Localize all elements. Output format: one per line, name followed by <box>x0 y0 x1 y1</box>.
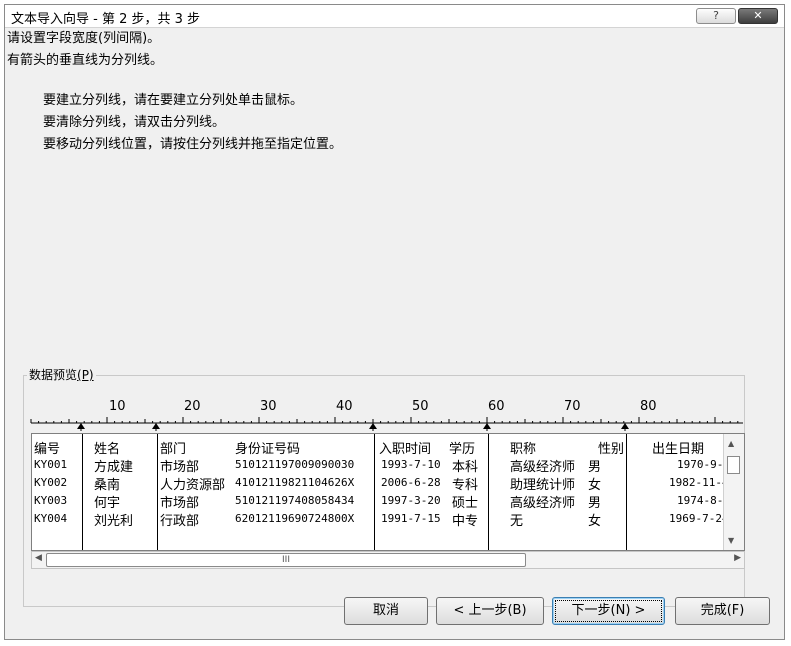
scroll-down-icon[interactable]: ▼ <box>728 536 734 545</box>
preview-cell: KY003 <box>34 494 68 507</box>
preview-cell: KY004 <box>34 512 68 525</box>
ruler-label-80: 80 <box>640 399 657 414</box>
preview-cell: 身份证号码 <box>235 442 301 457</box>
preview-cell: 1997-3-20 <box>381 494 441 507</box>
ruler-graphic[interactable] <box>27 395 743 431</box>
next-button[interactable]: 下一步(N) > <box>552 597 665 625</box>
preview-horizontal-scrollbar[interactable]: ◀ III ▶ <box>31 551 745 569</box>
preview-cell: 助理统计师 <box>510 478 576 493</box>
preview-cell: 市场部 <box>160 460 200 475</box>
preview-cell: 高级经济师 <box>510 460 576 475</box>
preview-cell: 1993-7-10 <box>381 458 441 471</box>
scroll-up-icon[interactable]: ▲ <box>728 439 734 448</box>
column-break-line[interactable] <box>374 434 375 550</box>
preview-cell: 510121197408058434 <box>235 494 355 507</box>
preview-cell: 1969-7-24 <box>669 512 729 525</box>
data-preview-pane[interactable]: 编号 姓名 部门 身份证号码 入职时间 学历 职称 性别 出生日期 KY001 … <box>31 433 745 551</box>
back-button[interactable]: < 上一步(B) <box>436 597 544 625</box>
preview-cell: 女 <box>588 514 602 529</box>
vertical-scroll-thumb[interactable] <box>727 456 740 474</box>
preview-cell: 62012119690724800X <box>235 512 355 525</box>
preview-cell: 姓名 <box>94 442 121 457</box>
horizontal-scroll-thumb[interactable]: III <box>46 553 526 567</box>
instruction-move: 要移动分列线位置，请按住分列线并拖至指定位置。 <box>43 137 343 152</box>
preview-cell: 编号 <box>34 442 61 457</box>
data-preview-label: 数据预览(P) <box>27 366 96 383</box>
ruler-label-60: 60 <box>488 399 505 414</box>
preview-cell: 市场部 <box>160 496 200 511</box>
column-break-line[interactable] <box>626 434 627 550</box>
preview-cell: 出生日期 <box>652 442 705 457</box>
column-break-line[interactable] <box>82 434 83 550</box>
preview-cell: 女 <box>588 478 602 493</box>
preview-cell: 性别 <box>598 442 625 457</box>
preview-cell: 510121197009090030 <box>235 458 355 471</box>
ruler-label-10: 10 <box>109 399 126 414</box>
preview-cell: 刘光利 <box>94 514 134 529</box>
preview-cell: 人力资源部 <box>160 478 226 493</box>
column-ruler[interactable]: 10 20 30 40 50 60 70 80 <box>27 395 743 431</box>
preview-cell: 男 <box>588 496 602 511</box>
preview-cell: 职称 <box>510 442 537 457</box>
text-import-wizard-dialog: 文本导入向导 - 第 2 步，共 3 步 ? ✕ 请设置字段宽度(列间隔)。 有… <box>4 4 785 640</box>
instruction-create: 要建立分列线，请在要建立分列处单击鼠标。 <box>43 93 304 108</box>
title-bar: 文本导入向导 - 第 2 步，共 3 步 ? ✕ <box>5 5 784 28</box>
preview-cell: 本科 <box>452 460 479 475</box>
ruler-label-70: 70 <box>564 399 581 414</box>
ruler-label-50: 50 <box>412 399 429 414</box>
scroll-right-icon[interactable]: ▶ <box>734 553 741 563</box>
dialog-title: 文本导入向导 - 第 2 步，共 3 步 <box>11 12 201 27</box>
cancel-button[interactable]: 取消 <box>344 597 428 625</box>
ruler-label-30: 30 <box>260 399 277 414</box>
preview-cell: 中专 <box>452 514 479 529</box>
instruction-clear: 要清除分列线，请双击分列线。 <box>43 115 226 130</box>
ruler-label-20: 20 <box>184 399 201 414</box>
column-break-line[interactable] <box>488 434 489 550</box>
preview-cell: 学历 <box>449 442 476 457</box>
preview-cell: 专科 <box>452 478 479 493</box>
preview-cell: 行政部 <box>160 514 200 529</box>
column-break-line[interactable] <box>157 434 158 550</box>
ruler-label-40: 40 <box>336 399 353 414</box>
help-button[interactable]: ? <box>696 8 736 24</box>
close-button[interactable]: ✕ <box>738 8 778 24</box>
preview-cell: 无 <box>510 514 524 529</box>
preview-cell: 1991-7-15 <box>381 512 441 525</box>
preview-vertical-scrollbar[interactable]: ▲ ▼ <box>723 434 744 550</box>
intro-line-2: 有箭头的垂直线为分列线。 <box>7 53 164 68</box>
preview-cell: 方成建 <box>94 460 134 475</box>
preview-cell: 硕士 <box>452 496 479 511</box>
intro-line-1: 请设置字段宽度(列间隔)。 <box>7 31 161 46</box>
preview-table: 编号 姓名 部门 身份证号码 入职时间 学历 职称 性别 出生日期 KY001 … <box>32 434 744 550</box>
preview-cell: 桑南 <box>94 478 121 493</box>
preview-cell: 1982-11-4 <box>669 476 729 489</box>
preview-cell: 何宇 <box>94 496 121 511</box>
preview-cell: 部门 <box>160 442 187 457</box>
preview-cell: 2006-6-28 <box>381 476 441 489</box>
preview-cell: KY002 <box>34 476 68 489</box>
preview-cell: 高级经济师 <box>510 496 576 511</box>
preview-cell: 男 <box>588 460 602 475</box>
finish-button[interactable]: 完成(F) <box>675 597 770 625</box>
preview-cell: KY001 <box>34 458 68 471</box>
scroll-left-icon[interactable]: ◀ <box>35 553 42 563</box>
preview-cell: 入职时间 <box>379 442 432 457</box>
preview-cell: 41012119821104626X <box>235 476 355 489</box>
